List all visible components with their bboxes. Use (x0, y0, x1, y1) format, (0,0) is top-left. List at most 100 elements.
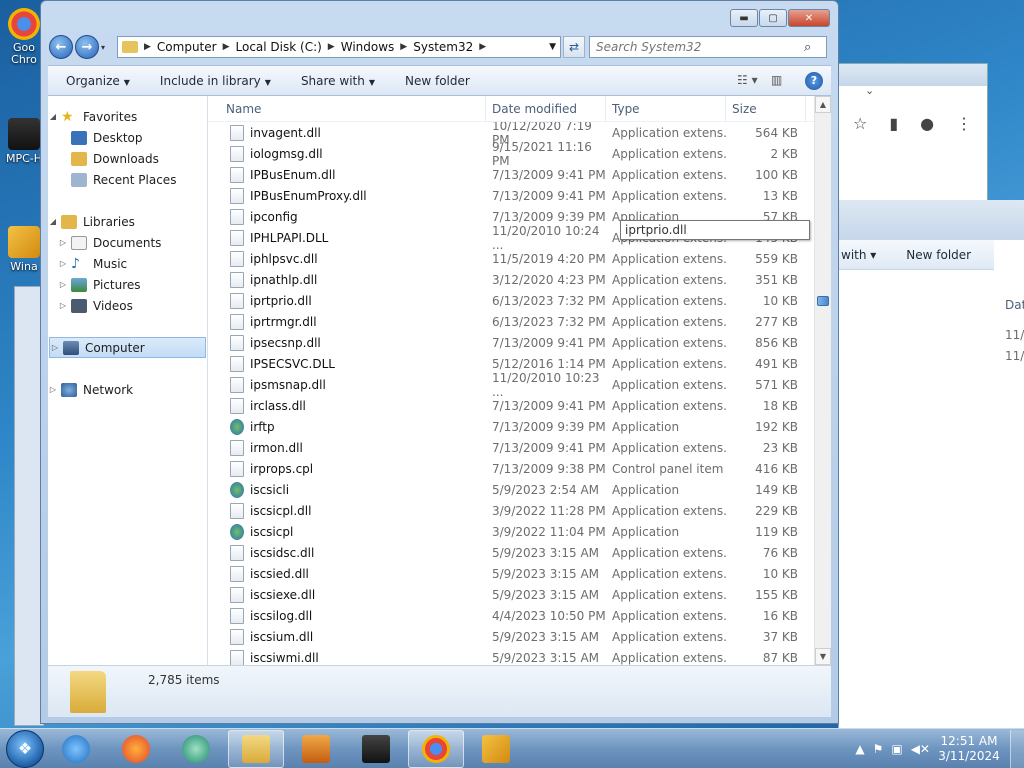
change-view-button[interactable]: ☷ ▾ (737, 73, 759, 89)
column-header-date[interactable]: Date modified (486, 95, 606, 122)
file-row[interactable]: iscsilog.dll 4/4/2023 10:50 PM Application… (208, 605, 813, 626)
breadcrumb-windows[interactable]: Windows (341, 40, 395, 54)
taskbar-explorer-button[interactable] (228, 729, 284, 768)
file-row[interactable]: iscsicpl.dll 3/9/2022 11:28 PM Application… (208, 500, 813, 521)
scroll-thumb[interactable] (817, 296, 829, 306)
file-row[interactable]: IPBusEnumProxy.dll 7/13/2009 9:41 PM Appli… (208, 185, 813, 206)
nav-libraries[interactable]: ◢ Libraries (48, 211, 207, 232)
nav-favorites[interactable]: ◢ ★ Favorites (48, 106, 207, 127)
file-row[interactable]: iscsiwmi.dll 5/9/2023 3:15 AM Application … (208, 647, 813, 665)
taskbar-firefox-button[interactable] (108, 730, 164, 768)
nav-network[interactable]: ▷ Network (48, 379, 207, 400)
breadcrumb-local-disk[interactable]: Local Disk (C:) (236, 40, 322, 54)
collapsed-triangle-icon[interactable]: ▷ (58, 280, 68, 289)
search-icon[interactable]: ⌕ (804, 40, 811, 55)
expanded-triangle-icon[interactable]: ◢ (48, 112, 58, 121)
column-header-name[interactable]: Name (208, 95, 486, 122)
file-row[interactable]: irclass.dll 7/13/2009 9:41 PM Application … (208, 395, 813, 416)
flag-icon[interactable]: ⚑ (873, 742, 884, 756)
file-row[interactable]: iologmsg.dll 9/15/2021 11:16 PM Applicatio… (208, 140, 813, 168)
back-button[interactable]: ← (49, 35, 73, 59)
network-tray-icon[interactable]: ▣ (891, 742, 902, 756)
recent-pages-dropdown[interactable]: ▾ (101, 43, 113, 52)
file-row[interactable]: ipnathlp.dll 3/12/2020 4:23 PM Application… (208, 269, 813, 290)
explorer-window[interactable]: ▬ ▢ ✕ ← → ▾ ▶ Computer ▶ Local Disk (C:)… (40, 0, 839, 724)
sidebar-icon[interactable]: ▮ (889, 114, 898, 133)
show-desktop-button[interactable] (1010, 729, 1024, 768)
minimize-button[interactable]: ▬ (730, 9, 758, 27)
nav-documents[interactable]: ▷ Documents (48, 232, 207, 253)
file-row[interactable]: irprops.cpl 7/13/2009 9:38 PM Control pane… (208, 458, 813, 479)
chevron-right-icon[interactable]: ▶ (328, 42, 335, 52)
volume-muted-icon[interactable]: ◀✕ (911, 742, 930, 756)
preview-pane-icon[interactable]: ▥ (771, 73, 793, 89)
nav-downloads[interactable]: Downloads (48, 148, 207, 169)
menu-icon[interactable]: ⋮ (956, 114, 972, 133)
maximize-button[interactable]: ▢ (759, 9, 787, 27)
search-box[interactable]: ⌕ (589, 36, 827, 58)
taskbar-mpc-button[interactable] (348, 730, 404, 768)
nav-recent-places[interactable]: Recent Places (48, 169, 207, 190)
address-bar[interactable]: ▶ Computer ▶ Local Disk (C:) ▶ Windows ▶… (117, 36, 561, 58)
taskbar-chrome-button[interactable] (408, 729, 464, 768)
taskbar-winamp-button[interactable] (468, 730, 524, 768)
file-row[interactable]: IPBusEnum.dll 7/13/2009 9:41 PM Applicatio… (208, 164, 813, 185)
file-row[interactable]: ipsecsnp.dll 7/13/2009 9:41 PM Application… (208, 332, 813, 353)
collapsed-triangle-icon[interactable]: ▷ (50, 343, 60, 352)
scroll-up-arrow[interactable]: ▲ (815, 96, 831, 113)
chevron-right-icon[interactable]: ▶ (479, 42, 486, 52)
file-row[interactable]: iscsicpl 3/9/2022 11:04 PM Application 119 … (208, 521, 813, 542)
background-explorer-window[interactable]: with ▾ New folder Dat 11/ 11/( (838, 200, 1024, 728)
bg-share-with-button[interactable]: with ▾ (841, 248, 876, 262)
background-explorer-titlebar[interactable] (839, 200, 1024, 240)
file-row[interactable]: iscsidsc.dll 5/9/2023 3:15 AM Application … (208, 542, 813, 563)
share-with-button[interactable]: Share with ▼ (301, 74, 375, 88)
breadcrumb-system32[interactable]: System32 (413, 40, 473, 54)
clock[interactable]: 12:51 AM 3/11/2024 (938, 734, 1000, 764)
nav-videos[interactable]: ▷ Videos (48, 295, 207, 316)
nav-music[interactable]: ▷ ♪ Music (48, 253, 207, 274)
file-row[interactable]: iscsicli 5/9/2023 2:54 AM Application 149 K… (208, 479, 813, 500)
address-dropdown-icon[interactable]: ▼ (549, 42, 556, 52)
bg-date-column-header[interactable]: Dat (1005, 298, 1024, 312)
new-folder-button[interactable]: New folder (405, 74, 470, 88)
collapsed-triangle-icon[interactable]: ▷ (48, 385, 58, 394)
file-row[interactable]: iscsied.dll 5/9/2023 3:15 AM Application e… (208, 563, 813, 584)
column-header-type[interactable]: Type (606, 95, 726, 122)
show-hidden-icons-chevron[interactable]: ▲ (855, 742, 864, 756)
include-in-library-button[interactable]: Include in library ▼ (160, 74, 271, 88)
profile-icon[interactable]: ● (920, 114, 934, 133)
chevron-right-icon[interactable]: ▶ (400, 42, 407, 52)
start-button[interactable]: ❖ (6, 729, 44, 768)
nav-desktop[interactable]: Desktop (48, 127, 207, 148)
file-row[interactable]: iprtprio.dll 6/13/2023 7:32 PM Application… (208, 290, 813, 311)
vertical-scrollbar[interactable]: ▲ ▼ (814, 96, 831, 665)
file-row[interactable]: ipsmsnap.dll 11/20/2010 10:23 ... Applicat… (208, 371, 813, 399)
forward-button[interactable]: → (75, 35, 99, 59)
taskbar-ie-button[interactable] (48, 730, 104, 768)
chevron-right-icon[interactable]: ▶ (144, 42, 151, 52)
search-input[interactable] (596, 40, 804, 54)
file-row[interactable]: iprtrmgr.dll 6/13/2023 7:32 PM Application… (208, 311, 813, 332)
chevron-down-icon[interactable]: ⌄ (865, 84, 874, 97)
bg-new-folder-button[interactable]: New folder (906, 248, 971, 262)
file-row[interactable]: irmon.dll 7/13/2009 9:41 PM Application ex… (208, 437, 813, 458)
star-icon[interactable]: ☆ (853, 114, 867, 133)
column-header-size[interactable]: Size (726, 95, 806, 122)
organize-button[interactable]: Organize ▼ (66, 74, 130, 88)
nav-computer[interactable]: ▷ Computer (49, 337, 206, 358)
expanded-triangle-icon[interactable]: ◢ (48, 217, 58, 226)
background-browser-window[interactable]: ☆ ▮ ● ⋮ ⌄ (838, 63, 988, 213)
collapsed-triangle-icon[interactable]: ▷ (58, 301, 68, 310)
refresh-button[interactable]: ⇄ (563, 36, 585, 58)
background-browser-titlebar[interactable] (839, 64, 987, 86)
file-row[interactable]: irftp 7/13/2009 9:39 PM Application 192 KB (208, 416, 813, 437)
breadcrumb-computer[interactable]: Computer (157, 40, 217, 54)
file-row[interactable]: iscsiexe.dll 5/9/2023 3:15 AM Application … (208, 584, 813, 605)
close-button[interactable]: ✕ (788, 9, 830, 27)
nav-pictures[interactable]: ▷ Pictures (48, 274, 207, 295)
taskbar-media-player-button[interactable] (288, 730, 344, 768)
file-row[interactable]: iscsium.dll 5/9/2023 3:15 AM Application e… (208, 626, 813, 647)
collapsed-triangle-icon[interactable]: ▷ (58, 259, 68, 268)
taskbar-messenger-button[interactable] (168, 730, 224, 768)
